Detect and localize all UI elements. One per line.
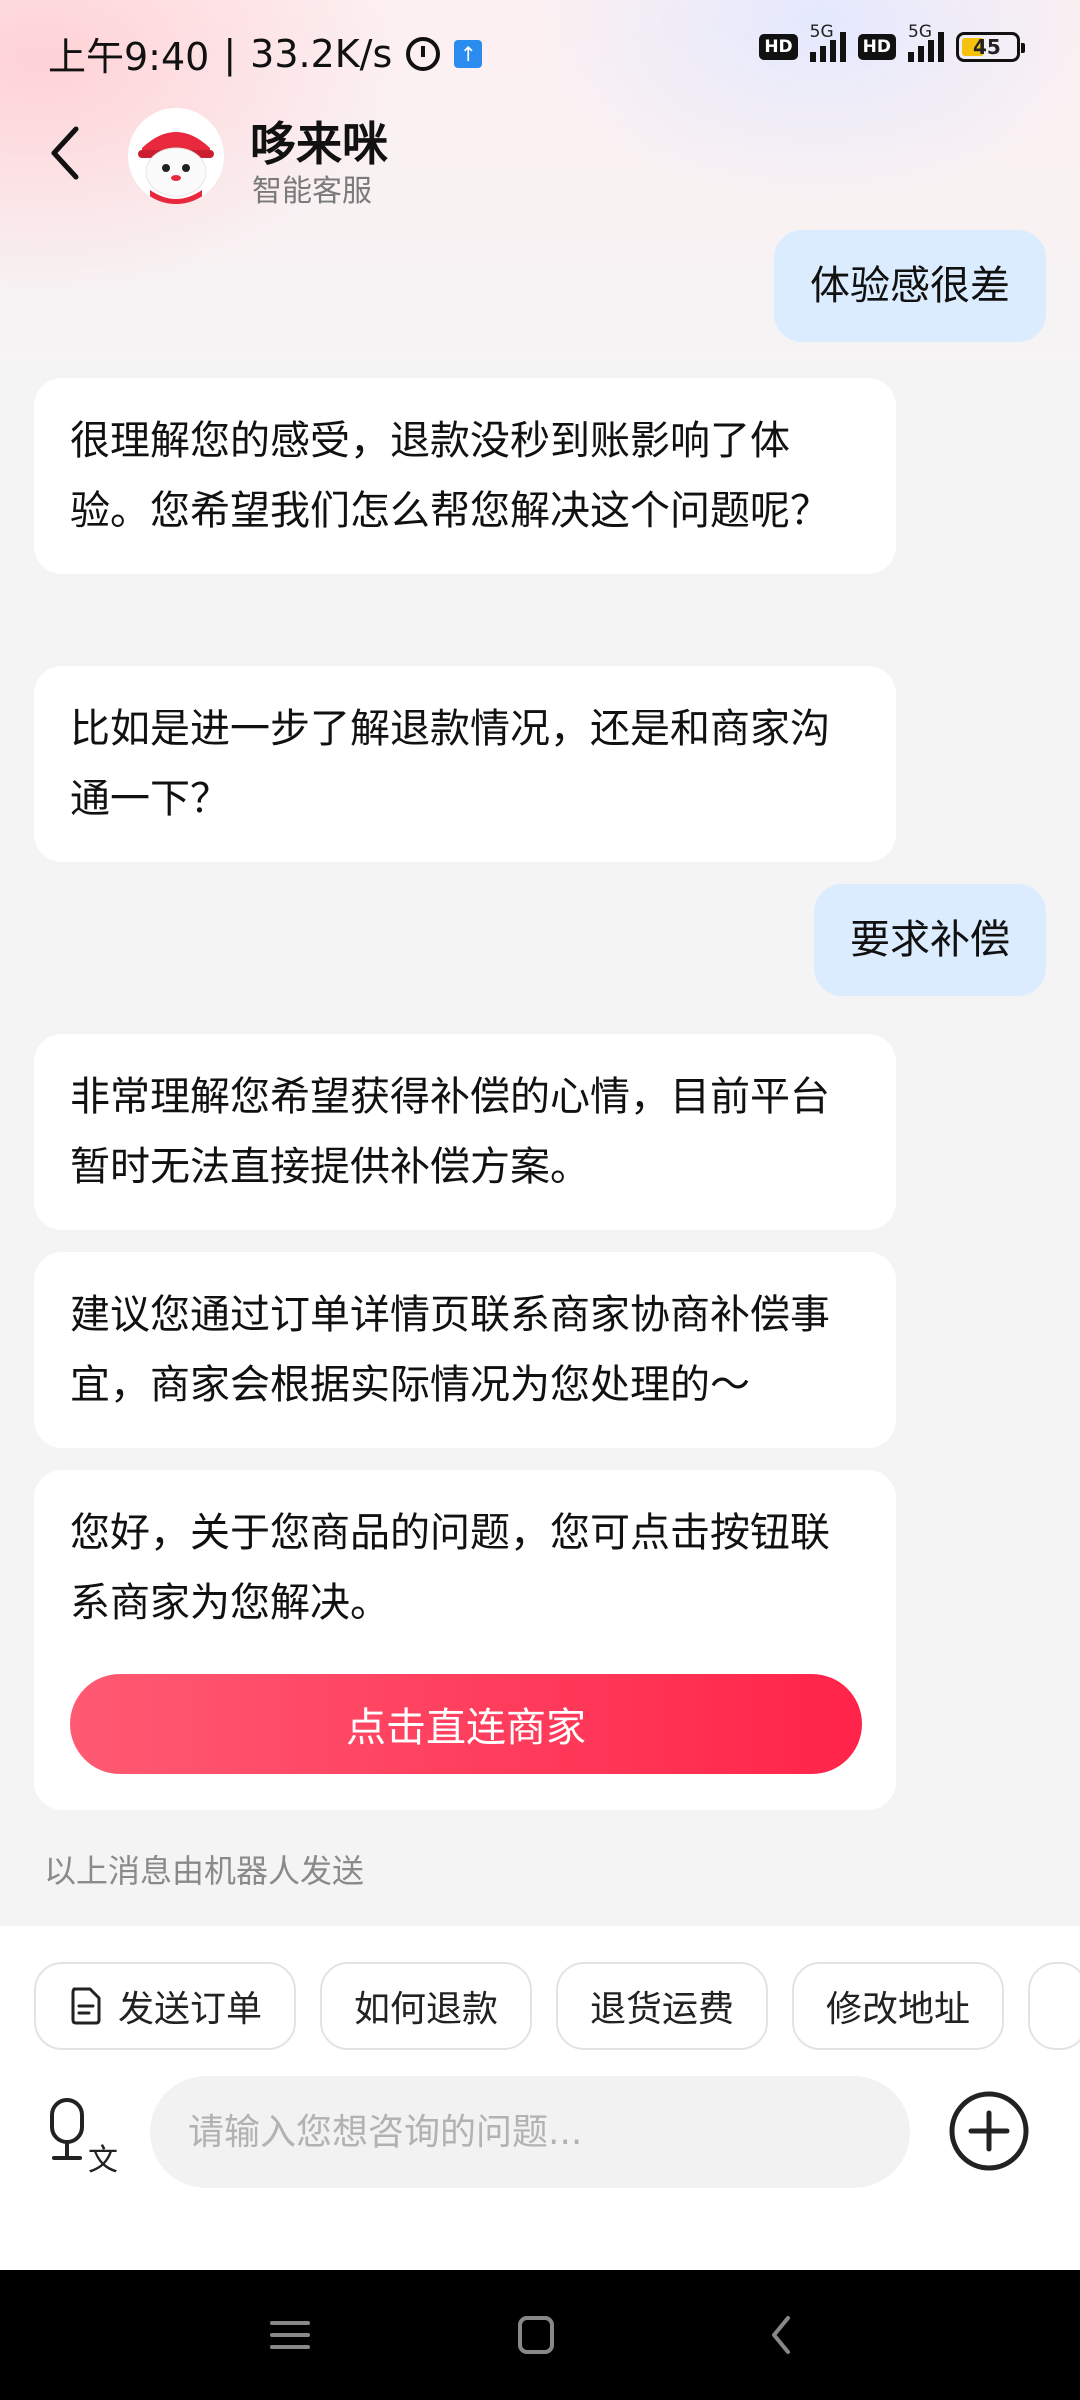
bot-message: 建议您通过订单详情页联系商家协商补偿事宜，商家会根据实际情况为您处理的～ [34, 1252, 896, 1448]
plus-icon[interactable] [948, 2090, 1030, 2172]
back-nav-icon[interactable] [752, 2310, 812, 2360]
alarm-icon [406, 36, 441, 71]
home-icon[interactable] [506, 2310, 566, 2360]
robot-note: 以上消息由机器人发送 [44, 1852, 365, 1890]
bottom-panel: 发送订单 如何退款 退货运费 修改地址 文 [0, 1926, 1080, 2270]
quick-action-label: 发送订单 [118, 1989, 263, 2030]
quick-action-label: 修改地址 [826, 1989, 971, 2030]
status-separator: | [223, 31, 237, 76]
svg-text:文: 文 [88, 2143, 118, 2176]
quick-action-change-address[interactable]: 修改地址 [792, 1962, 1005, 2050]
signal-icon: 5G [809, 22, 846, 62]
back-button[interactable] [38, 118, 94, 188]
signal-icon-2: 5G [908, 22, 944, 62]
bot-message: 非常理解您希望获得补偿的心情，目前平台暂时无法直接提供补偿方案。 [34, 1034, 896, 1230]
avatar[interactable] [128, 108, 224, 204]
hd-badge: HD [759, 34, 798, 60]
quick-action-label: 退货运费 [590, 1989, 735, 2030]
bot-message: 很理解您的感受，退款没秒到账影响了体验。您希望我们怎么帮您解决这个问题呢？ [34, 378, 896, 574]
battery-icon: 45 [956, 32, 1025, 62]
voice-to-text-icon[interactable]: 文 [44, 2096, 120, 2176]
message-input[interactable] [186, 2110, 874, 2154]
quick-action-send-order[interactable]: 发送订单 [34, 1962, 297, 2050]
bot-message-with-action: 您好，关于您商品的问题，您可点击按钮联系商家为您解决。 点击直连商家 [34, 1470, 896, 1810]
menu-icon[interactable] [260, 2310, 320, 2360]
upload-icon: ↑ [454, 39, 483, 68]
network-type: 5G [809, 22, 834, 42]
quick-action-return-shipping[interactable]: 退货运费 [556, 1962, 769, 2050]
page-subtitle: 智能客服 [252, 174, 372, 209]
system-nav-bar [0, 2270, 1080, 2400]
network-speed: 33.2K/s [250, 31, 393, 76]
user-message: 体验感很差 [774, 230, 1046, 342]
document-icon [71, 1987, 101, 2025]
network-type-2: 5G [908, 22, 932, 42]
quick-action-refund[interactable]: 如何退款 [320, 1962, 533, 2050]
contact-merchant-button[interactable]: 点击直连商家 [70, 1674, 862, 1774]
bot-message: 比如是进一步了解退款情况，还是和商家沟通一下？ [34, 666, 896, 862]
status-time: 上午9:40 [48, 35, 210, 79]
page-title: 哆来咪 [250, 117, 388, 171]
quick-actions: 发送订单 如何退款 退货运费 修改地址 [34, 1962, 1080, 2050]
message-input-container [150, 2076, 910, 2188]
quick-action-label: 如何退款 [354, 1989, 499, 2030]
status-bar: 上午9:40 | 33.2K/s ↑ HD 5G HD 5G 45 [0, 0, 1080, 100]
mascot-icon [128, 108, 224, 204]
chevron-left-icon [51, 126, 79, 180]
quick-action-more[interactable] [1028, 1962, 1080, 2050]
bot-message-text: 您好，关于您商品的问题，您可点击按钮联系商家为您解决。 [70, 1510, 830, 1626]
battery-level: 45 [973, 35, 1001, 59]
hd-badge-2: HD [857, 34, 896, 60]
user-message: 要求补偿 [814, 884, 1046, 996]
